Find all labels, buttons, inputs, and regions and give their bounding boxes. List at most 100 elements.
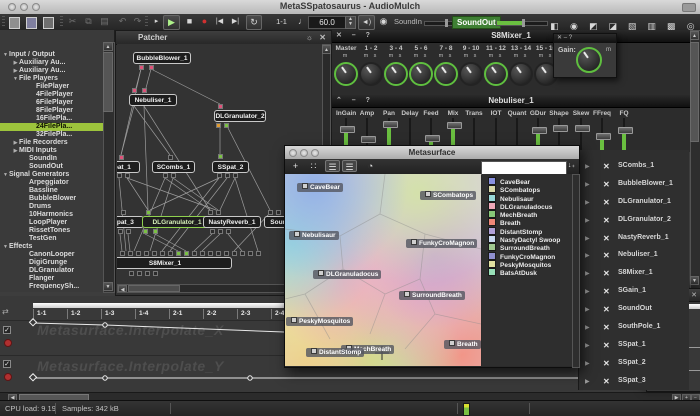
panel-header-buttons[interactable]: ✕ – ? bbox=[336, 30, 374, 42]
delete-icon[interactable]: ✕ bbox=[603, 323, 610, 332]
network-icon[interactable]: ◉ bbox=[377, 15, 390, 28]
tree-item[interactable]: 8FilePlayer bbox=[0, 107, 104, 115]
tree-item[interactable]: DigiGrunge bbox=[0, 259, 104, 267]
param-slider-handle[interactable] bbox=[532, 127, 547, 134]
tree-item[interactable]: ▶MIDI Inputs bbox=[0, 147, 104, 155]
soundin-slider-handle[interactable] bbox=[445, 19, 448, 27]
patcher-hscroll-thumb[interactable] bbox=[128, 285, 180, 292]
channel-knob[interactable] bbox=[509, 62, 533, 86]
grid-view-icon[interactable]: ∷ bbox=[306, 160, 321, 172]
contraption-name[interactable]: BubbleBlower_1 bbox=[618, 180, 673, 187]
preset-row[interactable]: FunkyCroMagnon bbox=[482, 252, 572, 260]
tree-item[interactable]: ▶Auxiliary Au... bbox=[0, 59, 104, 67]
patch-port[interactable] bbox=[143, 229, 148, 234]
scroll-left-icon[interactable]: ◀ bbox=[118, 285, 127, 292]
contraption-row[interactable]: ▶ ✕ BubbleBlower_1 bbox=[579, 176, 689, 194]
close-icon[interactable]: ✕ bbox=[691, 291, 697, 299]
patch-port[interactable] bbox=[149, 65, 154, 70]
contraption-row[interactable]: ▶ ✕ SSpat_2 bbox=[579, 355, 689, 373]
gain-panel-header[interactable]: ✕ – ? bbox=[554, 34, 616, 43]
swap-lanes-icon[interactable]: ⇄ bbox=[2, 307, 9, 316]
new-document-icon[interactable] bbox=[9, 17, 20, 29]
tempo-spinner[interactable]: ▲▼ bbox=[345, 16, 356, 29]
dock-scroll-thumb[interactable] bbox=[690, 42, 699, 142]
delete-icon[interactable]: ✕ bbox=[603, 287, 610, 296]
timeline-tick[interactable]: 2-2 bbox=[203, 309, 237, 319]
preset-row[interactable]: NastyDactyl Swoop bbox=[482, 235, 572, 243]
timeline-tick[interactable]: 1-2 bbox=[67, 309, 101, 319]
tree-item[interactable]: 32FilePla... bbox=[0, 131, 104, 139]
timeline-tick[interactable]: 1-1 bbox=[33, 309, 67, 319]
open-document-icon[interactable] bbox=[26, 17, 37, 29]
channel-knob[interactable] bbox=[434, 62, 458, 86]
contraption-row[interactable]: ▶ ✕ SSpat_3 bbox=[579, 373, 689, 391]
expand-icon[interactable]: ▶ bbox=[585, 217, 590, 224]
tree-item[interactable]: 10Harmonics bbox=[0, 211, 104, 219]
tree-item[interactable]: DLGranulator bbox=[0, 267, 104, 275]
expand-icon[interactable]: ▶ bbox=[585, 252, 590, 259]
scroll-down-icon[interactable]: ▼ bbox=[690, 276, 699, 285]
preset-row[interactable]: Nebulisaur bbox=[482, 194, 572, 202]
mute-solo-buttons[interactable]: m s bbox=[509, 53, 533, 61]
preset-surface-label[interactable]: PeskyMosquitos bbox=[286, 317, 353, 326]
cut-icon[interactable]: ✂ bbox=[66, 15, 79, 28]
patch-port[interactable] bbox=[144, 251, 149, 256]
patch-port[interactable] bbox=[200, 251, 205, 256]
cue-play-icon[interactable]: ▸ bbox=[150, 15, 163, 28]
lane-y-record-icon[interactable] bbox=[4, 373, 12, 381]
panel-header-buttons[interactable]: ⌃ – ? bbox=[336, 95, 374, 107]
contraption-row[interactable]: ▶ ✕ SCombs_1 bbox=[579, 158, 689, 176]
patch-port[interactable] bbox=[153, 271, 158, 276]
gain-mute-button[interactable]: m bbox=[606, 47, 611, 53]
preset-search-input[interactable] bbox=[481, 161, 567, 175]
contraption-name[interactable]: SCombs_1 bbox=[618, 162, 654, 169]
tree-item[interactable]: BubbleBlower bbox=[0, 195, 104, 203]
nebuliser-panel-header[interactable]: ⌃ – ? Nebuliser_1 bbox=[332, 95, 690, 108]
patch-port[interactable] bbox=[163, 173, 168, 178]
preset-surface-label[interactable]: DistantStomp bbox=[306, 348, 364, 357]
expand-icon[interactable]: ▶ bbox=[585, 306, 590, 313]
preset-row[interactable]: PeskyMosquitos bbox=[482, 260, 572, 268]
expand-icon[interactable]: ▶ bbox=[585, 360, 590, 367]
param-slider-handle[interactable] bbox=[553, 125, 568, 132]
preset-surface-label[interactable]: SurroundBreath bbox=[399, 291, 465, 300]
contraption-name[interactable]: NastyReverb_1 bbox=[618, 234, 669, 241]
tree-item[interactable]: 4FilePlayer bbox=[0, 91, 104, 99]
contraption-node[interactable]: SSpat_3 bbox=[117, 216, 144, 228]
toolbar-grip[interactable] bbox=[2, 16, 5, 27]
patch-port[interactable] bbox=[210, 229, 215, 234]
tree-item[interactable]: FilePlayer bbox=[0, 83, 104, 91]
timeline-tick[interactable]: 1-3 bbox=[101, 309, 135, 319]
contraption-node[interactable]: S8Mixer_1 bbox=[117, 257, 232, 269]
expand-icon[interactable]: ▶ bbox=[585, 199, 590, 206]
save-document-icon[interactable] bbox=[43, 17, 54, 29]
contraption-name[interactable]: SouthPole_1 bbox=[618, 323, 660, 330]
sidebar-scroll-thumb[interactable] bbox=[103, 52, 113, 112]
patch-port[interactable] bbox=[168, 251, 173, 256]
preset-row[interactable]: MechBreath bbox=[482, 210, 572, 218]
expand-icon[interactable]: ▶ bbox=[585, 342, 590, 349]
copy-icon[interactable]: ⧉ bbox=[82, 15, 95, 28]
tree-expand-icon[interactable]: ▶ bbox=[12, 147, 19, 155]
preset-surface-label[interactable]: DLGranuladocus bbox=[313, 270, 381, 279]
mute-solo-buttons[interactable]: m s bbox=[484, 53, 508, 61]
delete-icon[interactable]: ✕ bbox=[603, 359, 610, 368]
preset-row[interactable]: DLGranuladocus bbox=[482, 202, 572, 210]
undo-icon[interactable]: ↶ bbox=[116, 15, 129, 28]
close-icon[interactable]: ✕ bbox=[319, 31, 326, 44]
loop-button[interactable]: ↻ bbox=[246, 15, 262, 30]
tree-item[interactable]: 24FilePla... bbox=[0, 123, 104, 131]
preset-row[interactable]: DistantStomp bbox=[482, 227, 572, 235]
tree-expand-icon[interactable]: ▶ bbox=[12, 67, 19, 75]
tree-item[interactable]: SoundOut bbox=[0, 163, 104, 171]
patcher-header[interactable]: Patcher ☼ ✕ bbox=[116, 31, 331, 45]
tree-item[interactable]: ▶File Recorders bbox=[0, 139, 104, 147]
soundout-slider[interactable] bbox=[496, 21, 548, 26]
patch-port[interactable] bbox=[139, 65, 144, 70]
patch-port[interactable] bbox=[224, 251, 229, 256]
expand-icon[interactable]: ▶ bbox=[585, 378, 590, 385]
patch-port[interactable] bbox=[160, 251, 165, 256]
mute-solo-buttons[interactable]: m s bbox=[359, 53, 383, 61]
tree-item[interactable]: SoundIn bbox=[0, 155, 104, 163]
patch-port[interactable] bbox=[218, 154, 223, 159]
